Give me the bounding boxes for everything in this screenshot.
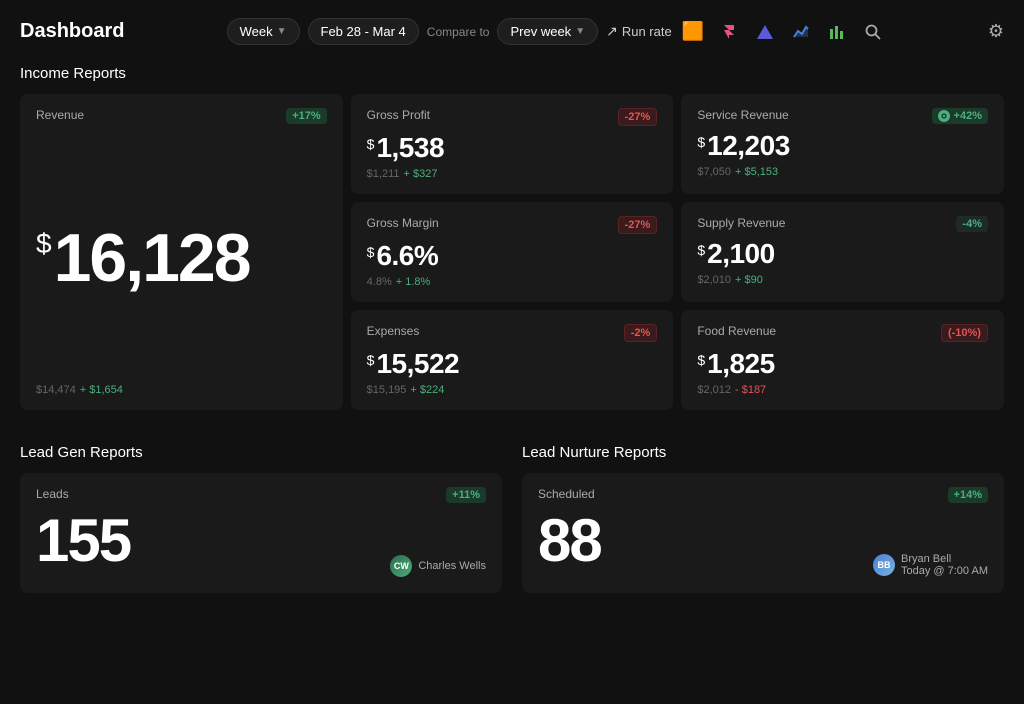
scheduled-person-name: Bryan Bell <box>901 553 988 565</box>
revenue-currency: $ <box>36 230 52 258</box>
lead-nurture-title: Lead Nurture Reports <box>522 444 1004 461</box>
header-right: ⚙ <box>988 21 1004 42</box>
gross-margin-badge: -27% <box>618 216 658 234</box>
gross-profit-number: 1,538 <box>376 134 444 162</box>
run-rate-button[interactable]: ↗ Run rate <box>606 23 672 40</box>
revenue-subline: $14,474 + $1,654 <box>36 384 327 396</box>
food-revenue-card: Food Revenue (-10%) $ 1,825 $2,012 - $18… <box>681 310 1004 410</box>
service-revenue-card: Service Revenue +42% $ 12,203 $7,050 <box>681 94 1004 194</box>
avatar: CW <box>390 555 412 577</box>
chevron-down-icon: ▼ <box>277 26 287 37</box>
icon-chart[interactable] <box>788 19 814 45</box>
date-range-selector[interactable]: Feb 28 - Mar 4 <box>308 18 419 45</box>
trend-icon: ↗ <box>606 23 618 40</box>
gross-margin-label: Gross Margin <box>367 216 439 230</box>
food-revenue-badge: (-10%) <box>941 324 988 342</box>
supply-revenue-card: Supply Revenue -4% $ 2,100 $2,010 + $90 <box>681 202 1004 302</box>
expenses-label: Expenses <box>367 324 420 338</box>
revenue-label: Revenue <box>36 108 84 122</box>
gross-profit-card: Gross Profit -27% $ 1,538 $1,211 + $327 <box>351 94 674 194</box>
prev-week-selector[interactable]: Prev week ▼ <box>497 18 598 45</box>
lead-nurture-section: Lead Nurture Reports Scheduled +14% 88 B… <box>522 434 1004 593</box>
scheduled-card: Scheduled +14% 88 BB Bryan Bell Today @ … <box>522 473 1004 593</box>
leads-label: Leads <box>36 487 69 501</box>
icon-framer[interactable] <box>716 19 742 45</box>
supply-revenue-number: 2,100 <box>707 240 775 268</box>
revenue-card-header: Revenue +17% <box>36 108 327 124</box>
expenses-number: 15,522 <box>376 350 459 378</box>
gross-margin-number: 6.6% <box>376 242 438 270</box>
leads-badge: +11% <box>446 487 486 503</box>
food-revenue-label: Food Revenue <box>697 324 776 338</box>
week-selector[interactable]: Week ▼ <box>227 18 300 45</box>
income-reports-title: Income Reports <box>20 65 1004 82</box>
icon-squarespace[interactable]: 🟧 <box>680 19 706 45</box>
expenses-card: Expenses -2% $ 15,522 $15,195 + $224 <box>351 310 674 410</box>
page-title: Dashboard <box>20 20 124 43</box>
income-reports-grid: Revenue +17% $ 16,128 $14,474 + $1,654 G… <box>20 94 1004 410</box>
settings-icon[interactable]: ⚙ <box>988 21 1004 42</box>
avatar: BB <box>873 554 895 576</box>
header-controls: Week ▼ Feb 28 - Mar 4 Compare to Prev we… <box>227 18 886 45</box>
toolbar-icons: 🟧 <box>680 19 886 45</box>
revenue-delta: + $1,654 <box>80 384 123 396</box>
scheduled-avatar-row: BB Bryan Bell Today @ 7:00 AM <box>873 553 988 577</box>
icon-triangle[interactable] <box>752 19 778 45</box>
revenue-badge: +17% <box>286 108 326 124</box>
service-revenue-badge: +42% <box>932 108 988 124</box>
gross-profit-label: Gross Profit <box>367 108 430 122</box>
supply-revenue-label: Supply Revenue <box>697 216 785 230</box>
lead-gen-section: Lead Gen Reports Leads +11% 155 CW Charl… <box>20 434 502 593</box>
compare-label: Compare to <box>427 25 490 39</box>
lead-gen-title: Lead Gen Reports <box>20 444 502 461</box>
revenue-card: Revenue +17% $ 16,128 $14,474 + $1,654 <box>20 94 343 410</box>
chevron-down-icon-2: ▼ <box>575 26 585 37</box>
main-content: Income Reports Revenue +17% $ 16,128 $14… <box>0 55 1024 679</box>
icon-bar[interactable] <box>824 19 850 45</box>
gross-profit-badge: -27% <box>618 108 658 126</box>
scheduled-badge: +14% <box>948 487 988 503</box>
leads-card: Leads +11% 155 CW Charles Wells <box>20 473 502 593</box>
gross-margin-card: Gross Margin -27% $ 6.6% 4.8% + 1.8% <box>351 202 674 302</box>
service-revenue-label: Service Revenue <box>697 108 788 122</box>
supply-revenue-badge: -4% <box>956 216 988 232</box>
expenses-badge: -2% <box>624 324 658 342</box>
leads-person-name: Charles Wells <box>418 560 486 572</box>
search-button[interactable] <box>860 19 886 45</box>
service-revenue-number: 12,203 <box>707 132 790 160</box>
food-revenue-number: 1,825 <box>707 350 775 378</box>
revenue-value-container: $ 16,128 <box>36 224 327 292</box>
circle-icon <box>938 110 950 122</box>
revenue-number: 16,128 <box>54 224 250 292</box>
leads-avatar-row: CW Charles Wells <box>390 555 486 577</box>
header: Dashboard Week ▼ Feb 28 - Mar 4 Compare … <box>0 0 1024 55</box>
scheduled-label: Scheduled <box>538 487 595 501</box>
scheduled-time: Today @ 7:00 AM <box>901 565 988 577</box>
